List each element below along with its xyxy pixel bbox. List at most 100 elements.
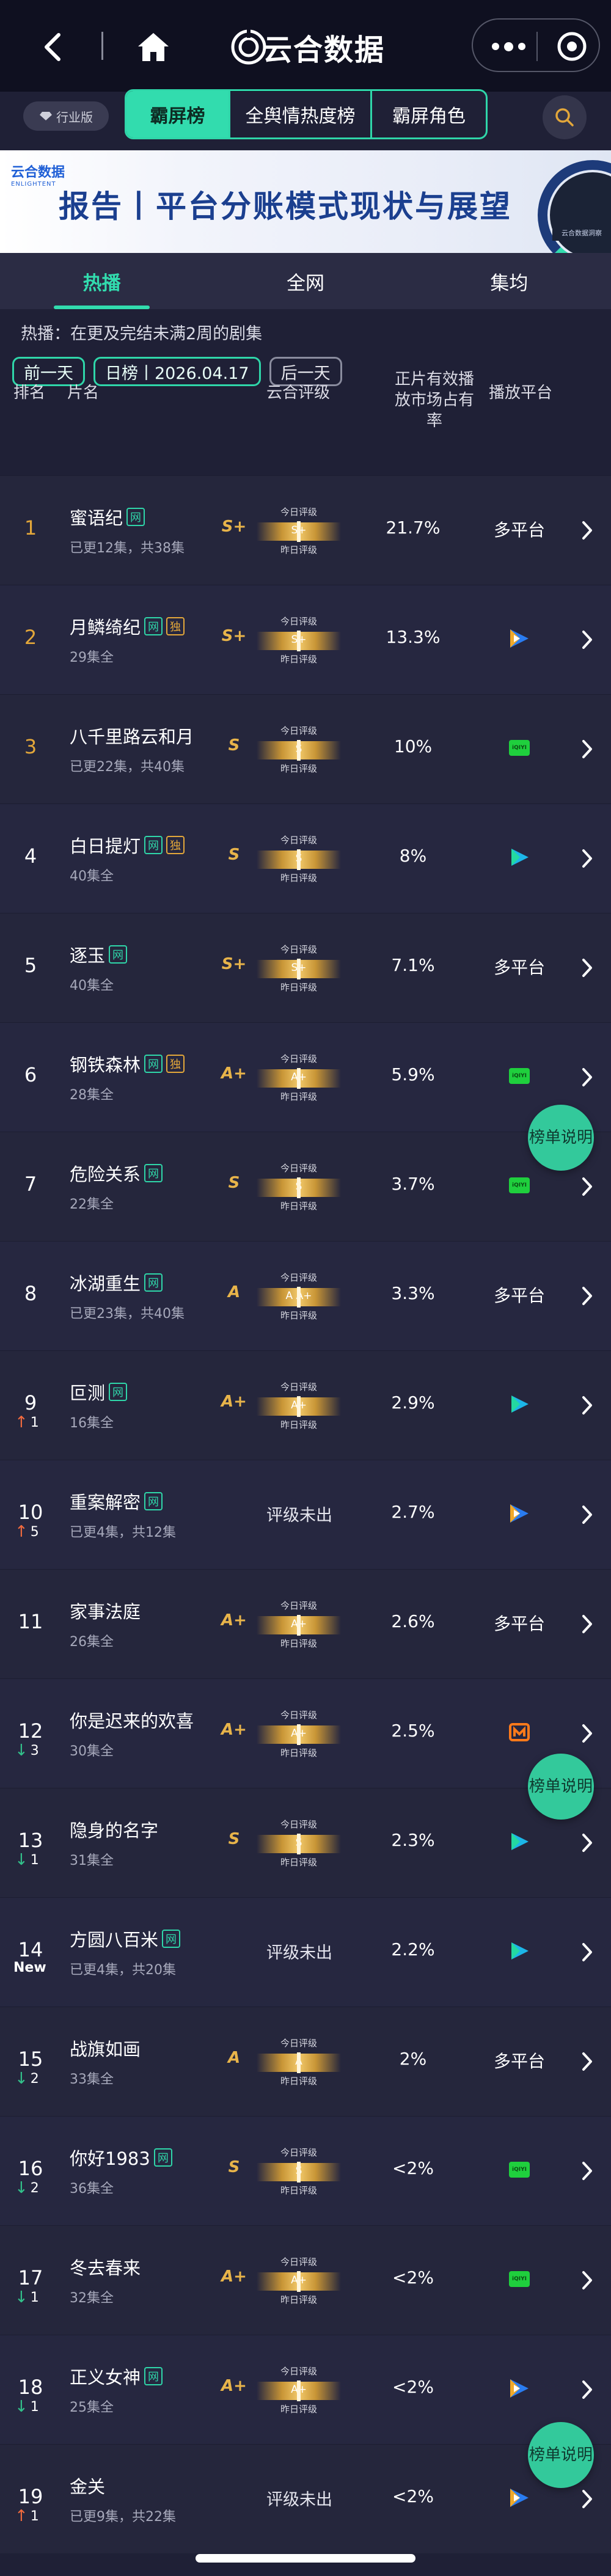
drama-title: 金关 [70,2473,105,2498]
market-share: 2.7% [391,1502,435,1522]
market-share: 10% [393,736,433,756]
more-icon[interactable] [484,35,533,57]
chevron-right-icon[interactable] [578,2489,596,2509]
chevron-right-icon[interactable] [578,520,596,541]
drama-title: 白日提灯网独 [70,832,185,858]
grade-meter: 今日评级 S+ 昨日评级 [257,505,341,562]
rank-change: ↓ 2 [15,2069,39,2088]
tab-bapingbang[interactable]: 霸屏榜 [126,91,230,137]
chevron-right-icon[interactable] [578,957,596,978]
table-row[interactable]: 9↑1 叵测网 16集全 A+ 今日评级 A+ 昨日评级 2.9% [0,1350,611,1460]
drama-title: 你好1983 网 [70,2145,172,2170]
chart-notes-button[interactable]: 榜单说明 [528,1105,594,1171]
table-row[interactable]: 10 ↑ 5 重案解密网已更4集，共12集 评级未出 2.7% [0,1460,611,1569]
grade-meter: 今日评级 A+ 昨日评级 [257,1708,341,1765]
drama-title-text: 方圆八百米 [70,1930,159,1950]
table-row[interactable]: 19 ↑ 1 金关 已更9集，共22集 评级未出 <2% [0,2444,611,2553]
table-row[interactable]: 5 逐玉网 40集全 S+ 今日评级 S+ 昨日评级 7.1% 多平台 [0,913,611,1022]
table-row[interactable]: 11 家事法庭 26集全 A+ 今日评级 A+ 昨日评级 2.6% 多平台 [0,1569,611,1678]
table-row[interactable]: 15↓2 战旗如画 33集全 A 今日评级 A 昨日评级 2% 多平台 [0,2007,611,2116]
platform [483,842,556,873]
table-row[interactable]: 2 月鳞绮纪网独 29集全 S+ 今日评级 S+ 昨日评级 13.3% [0,585,611,694]
grade-label: S+ [221,627,247,645]
chevron-right-icon[interactable] [578,739,596,759]
rank-number: 9 [24,1391,37,1414]
table-row[interactable]: 16↓2 你好1983网 36集全 S 今日评级 S 昨日评级 <2% iQIYI [0,2116,611,2225]
episode-info: 28集全 [70,1088,114,1103]
scope-tabs: 热播 全网 集均 [0,253,611,309]
table-row[interactable]: 8 冰湖重生网已更23集，共40集 A 今日评级 A A+ 昨日评级 3.3% 多平台 [0,1241,611,1350]
report-banner[interactable]: 云合数据 ENLIGHTENT 报告丨平台分账模式现状与展望 云合数据洞察 [0,150,611,253]
chevron-right-icon[interactable] [578,2379,596,2400]
app-title: 云合数据 [263,33,386,67]
close-target-icon[interactable] [556,31,588,62]
platform: iQIYI [483,2154,556,2185]
tab-sentiment-heat[interactable]: 全舆情热度榜 [230,91,372,137]
tab-hot[interactable]: 热播 [0,253,203,309]
home-icon[interactable] [132,26,175,68]
chevron-right-icon[interactable] [578,1286,596,1306]
drama-title-text: 钢铁森林 [70,1055,141,1075]
table-row[interactable]: 4 白日提灯网独 40集全 S 今日评级 S 昨日评级 8% [0,803,611,913]
grade-label: S [228,736,240,755]
chevron-right-icon[interactable] [578,2051,596,2072]
chevron-right-icon[interactable] [578,2270,596,2291]
table-row[interactable]: 7 危险关系网 22集全 S 今日评级 S 昨日评级 3.7% iQIYI [0,1132,611,1241]
top-nav-bar: 云合数据 [0,0,611,92]
drama-title-text: 你好1983 [70,2148,150,2169]
iqiyi-icon: iQIYI [509,2162,530,2178]
tab-all-network[interactable]: 全网 [203,253,407,309]
drama-title-text: 叵测 [70,1383,106,1403]
grade-label: A+ [221,1611,247,1630]
industry-badge-label: 行业版 [56,109,93,125]
rank-number: 10 [18,1501,43,1524]
table-row[interactable]: 14 New 方圆八百米网已更4集，共20集 评级未出 2.2% [0,1897,611,2007]
chevron-right-icon[interactable] [578,2161,596,2181]
chevron-right-icon[interactable] [578,1176,596,1197]
mini-program-capsule [472,18,600,72]
chevron-right-icon[interactable] [578,1504,596,1525]
table-row[interactable]: 3 八千里路云和月已更22集，共40集 S 今日评级 S 昨日评级 10% iQIYI [0,694,611,803]
table-row[interactable]: 17↓1 冬去春来 32集全 A+ 今日评级 A+ 昨日评级 <2% iQIYI [0,2225,611,2335]
today-grade-label: 今日评级 [280,1163,317,1174]
tab-top-role[interactable]: 霸屏角色 [372,91,486,137]
table-row[interactable]: 1 蜜语纪网已更12集，共38集 S+ 今日评级 S+ 昨日评级 21.7% 多平台 [0,475,611,585]
arrow-up-icon: ↑ [15,2507,28,2525]
nav-divider [101,32,103,60]
yesterday-grade-label: 昨日评级 [280,1201,317,1212]
arrow-down-icon: ↓ [15,2288,28,2307]
table-row[interactable]: 6 钢铁森林网独 28集全 A+ 今日评级 A+ 昨日评级 5.9% iQIYI [0,1022,611,1132]
table-row[interactable]: 18↓1 正义女神网 25集全 A+ 今日评级 A+ 昨日评级 <2% [0,2335,611,2444]
market-share: <2% [392,2158,434,2178]
table-row[interactable]: 12↓3 你是迟来的欢喜 30集全 A+ 今日评级 A+ 昨日评级 2.5% [0,1678,611,1788]
chevron-right-icon[interactable] [578,1832,596,1853]
chart-notes-button[interactable]: 榜单说明 [528,2422,594,2488]
chevron-right-icon[interactable] [578,629,596,650]
industry-badge[interactable]: 行业版 [23,101,109,131]
chevron-right-icon[interactable] [578,1614,596,1634]
web-drama-tag: 网 [144,1164,163,1182]
episode-info: 26集全 [70,1634,114,1650]
market-share: 2% [399,2049,427,2069]
drama-title: 钢铁森林网独 [70,1051,185,1077]
chevron-right-icon[interactable] [578,848,596,869]
rank-change: ↓ 3 [15,1741,39,1760]
grade-meter: 今日评级 A A+ 昨日评级 [257,1271,341,1327]
market-share: 2.9% [391,1392,435,1413]
market-share: 8% [399,846,427,866]
search-button[interactable] [543,95,587,139]
episode-info: 已更23集，共40集 [70,1306,185,1322]
back-icon[interactable] [32,27,72,67]
tab-per-episode[interactable]: 集均 [408,253,611,309]
yesterday-grade-label: 昨日评级 [280,2076,317,2087]
chevron-right-icon[interactable] [578,1067,596,1088]
chevron-right-icon[interactable] [578,1942,596,1963]
chart-notes-button[interactable]: 榜单说明 [528,1754,594,1820]
chevron-right-icon[interactable] [578,1395,596,1416]
chevron-right-icon[interactable] [578,1723,596,1744]
rank-number: 17 [18,2266,43,2289]
table-row[interactable]: 13↓1 隐身的名字 31集全 S 今日评级 S 昨日评级 2.3% [0,1788,611,1897]
drama-title: 方圆八百米网 [70,1926,181,1952]
market-share: <2% [392,2267,434,2288]
platform [483,623,556,654]
